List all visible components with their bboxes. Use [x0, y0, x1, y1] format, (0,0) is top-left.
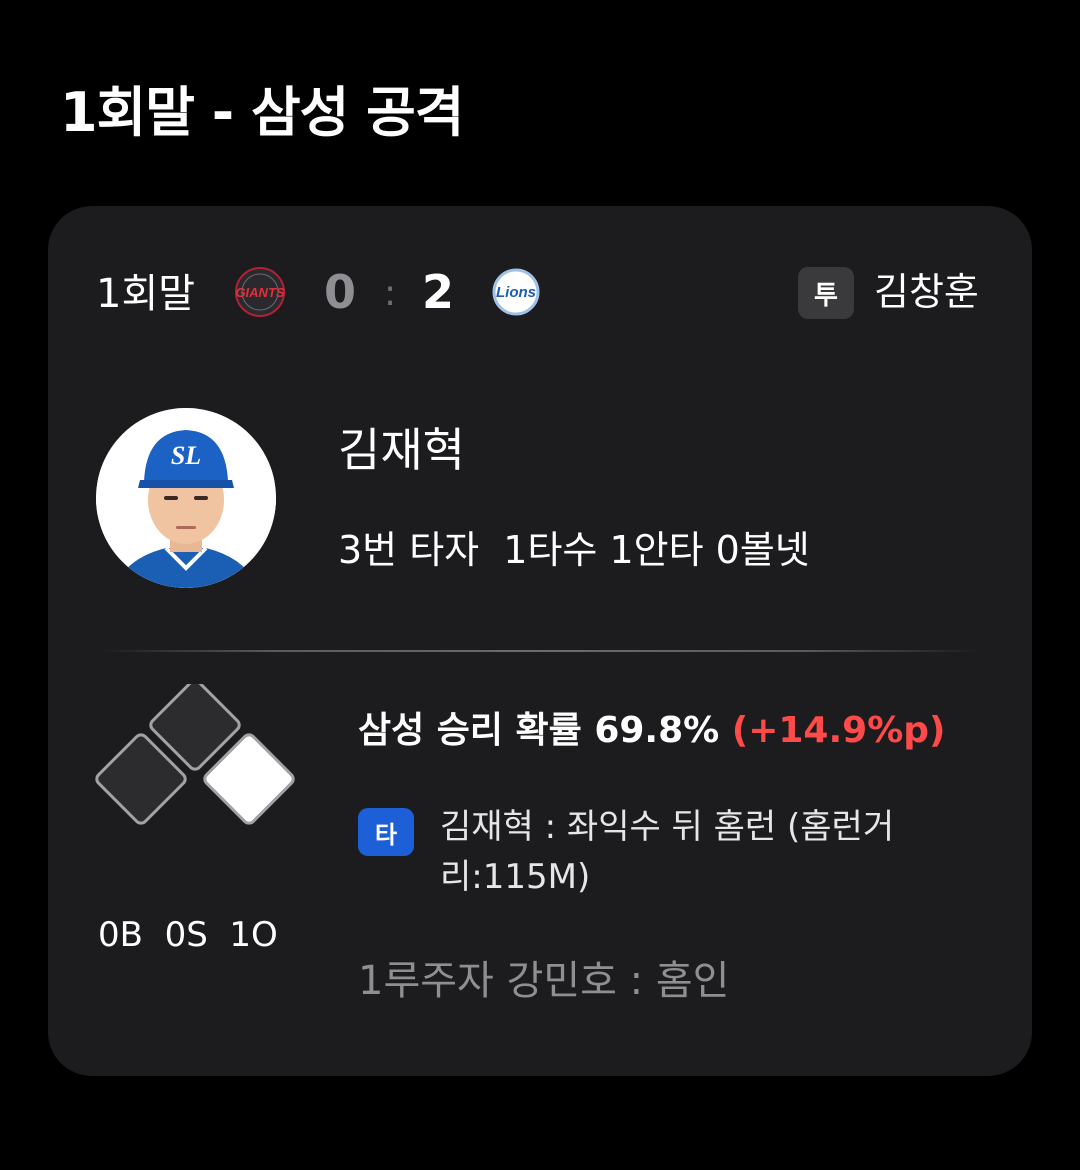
win-probability: 삼성 승리 확률 69.8% (+14.9%p): [358, 706, 945, 756]
play-card[interactable]: 1회말 GIANTS 0 : 2 Lions 투 김창훈 SL 김재혁 3번 타…: [48, 206, 1032, 1076]
ball-strike-out-count: 0B 0S 1O: [98, 915, 278, 955]
lions-logo-icon: Lions: [484, 266, 548, 318]
batter-stats: 3번 타자 1타수 1안타 0볼넷: [338, 528, 810, 572]
base-diamond: [95, 684, 295, 825]
home-score: 2: [422, 265, 455, 319]
pitcher-name[interactable]: 김창훈: [874, 266, 979, 318]
svg-text:Lions: Lions: [496, 284, 536, 301]
play-description: 김재혁 : 좌익수 뒤 홈런 (홈런거리:115M): [440, 807, 895, 897]
svg-text:SL: SL: [171, 441, 201, 470]
score-separator: :: [384, 273, 397, 314]
inning-label: 1회말: [96, 271, 196, 317]
pitcher-badge: 투: [798, 267, 854, 319]
runner-description: 1루주자 강민호 : 홈인: [358, 958, 730, 1004]
giants-logo-icon: GIANTS: [228, 266, 292, 318]
svg-text:GIANTS: GIANTS: [235, 285, 284, 300]
batter-name: 김재혁: [338, 423, 465, 477]
player-avatar-icon[interactable]: SL: [96, 408, 276, 588]
play-badge: 타: [358, 808, 414, 856]
section-title: 1회말 - 삼성 공격: [60, 81, 464, 144]
away-score: 0: [324, 265, 357, 319]
win-probability-delta: (+14.9%p): [731, 710, 946, 751]
divider: [100, 650, 980, 652]
win-probability-text: 삼성 승리 확률 69.8%: [358, 710, 732, 751]
